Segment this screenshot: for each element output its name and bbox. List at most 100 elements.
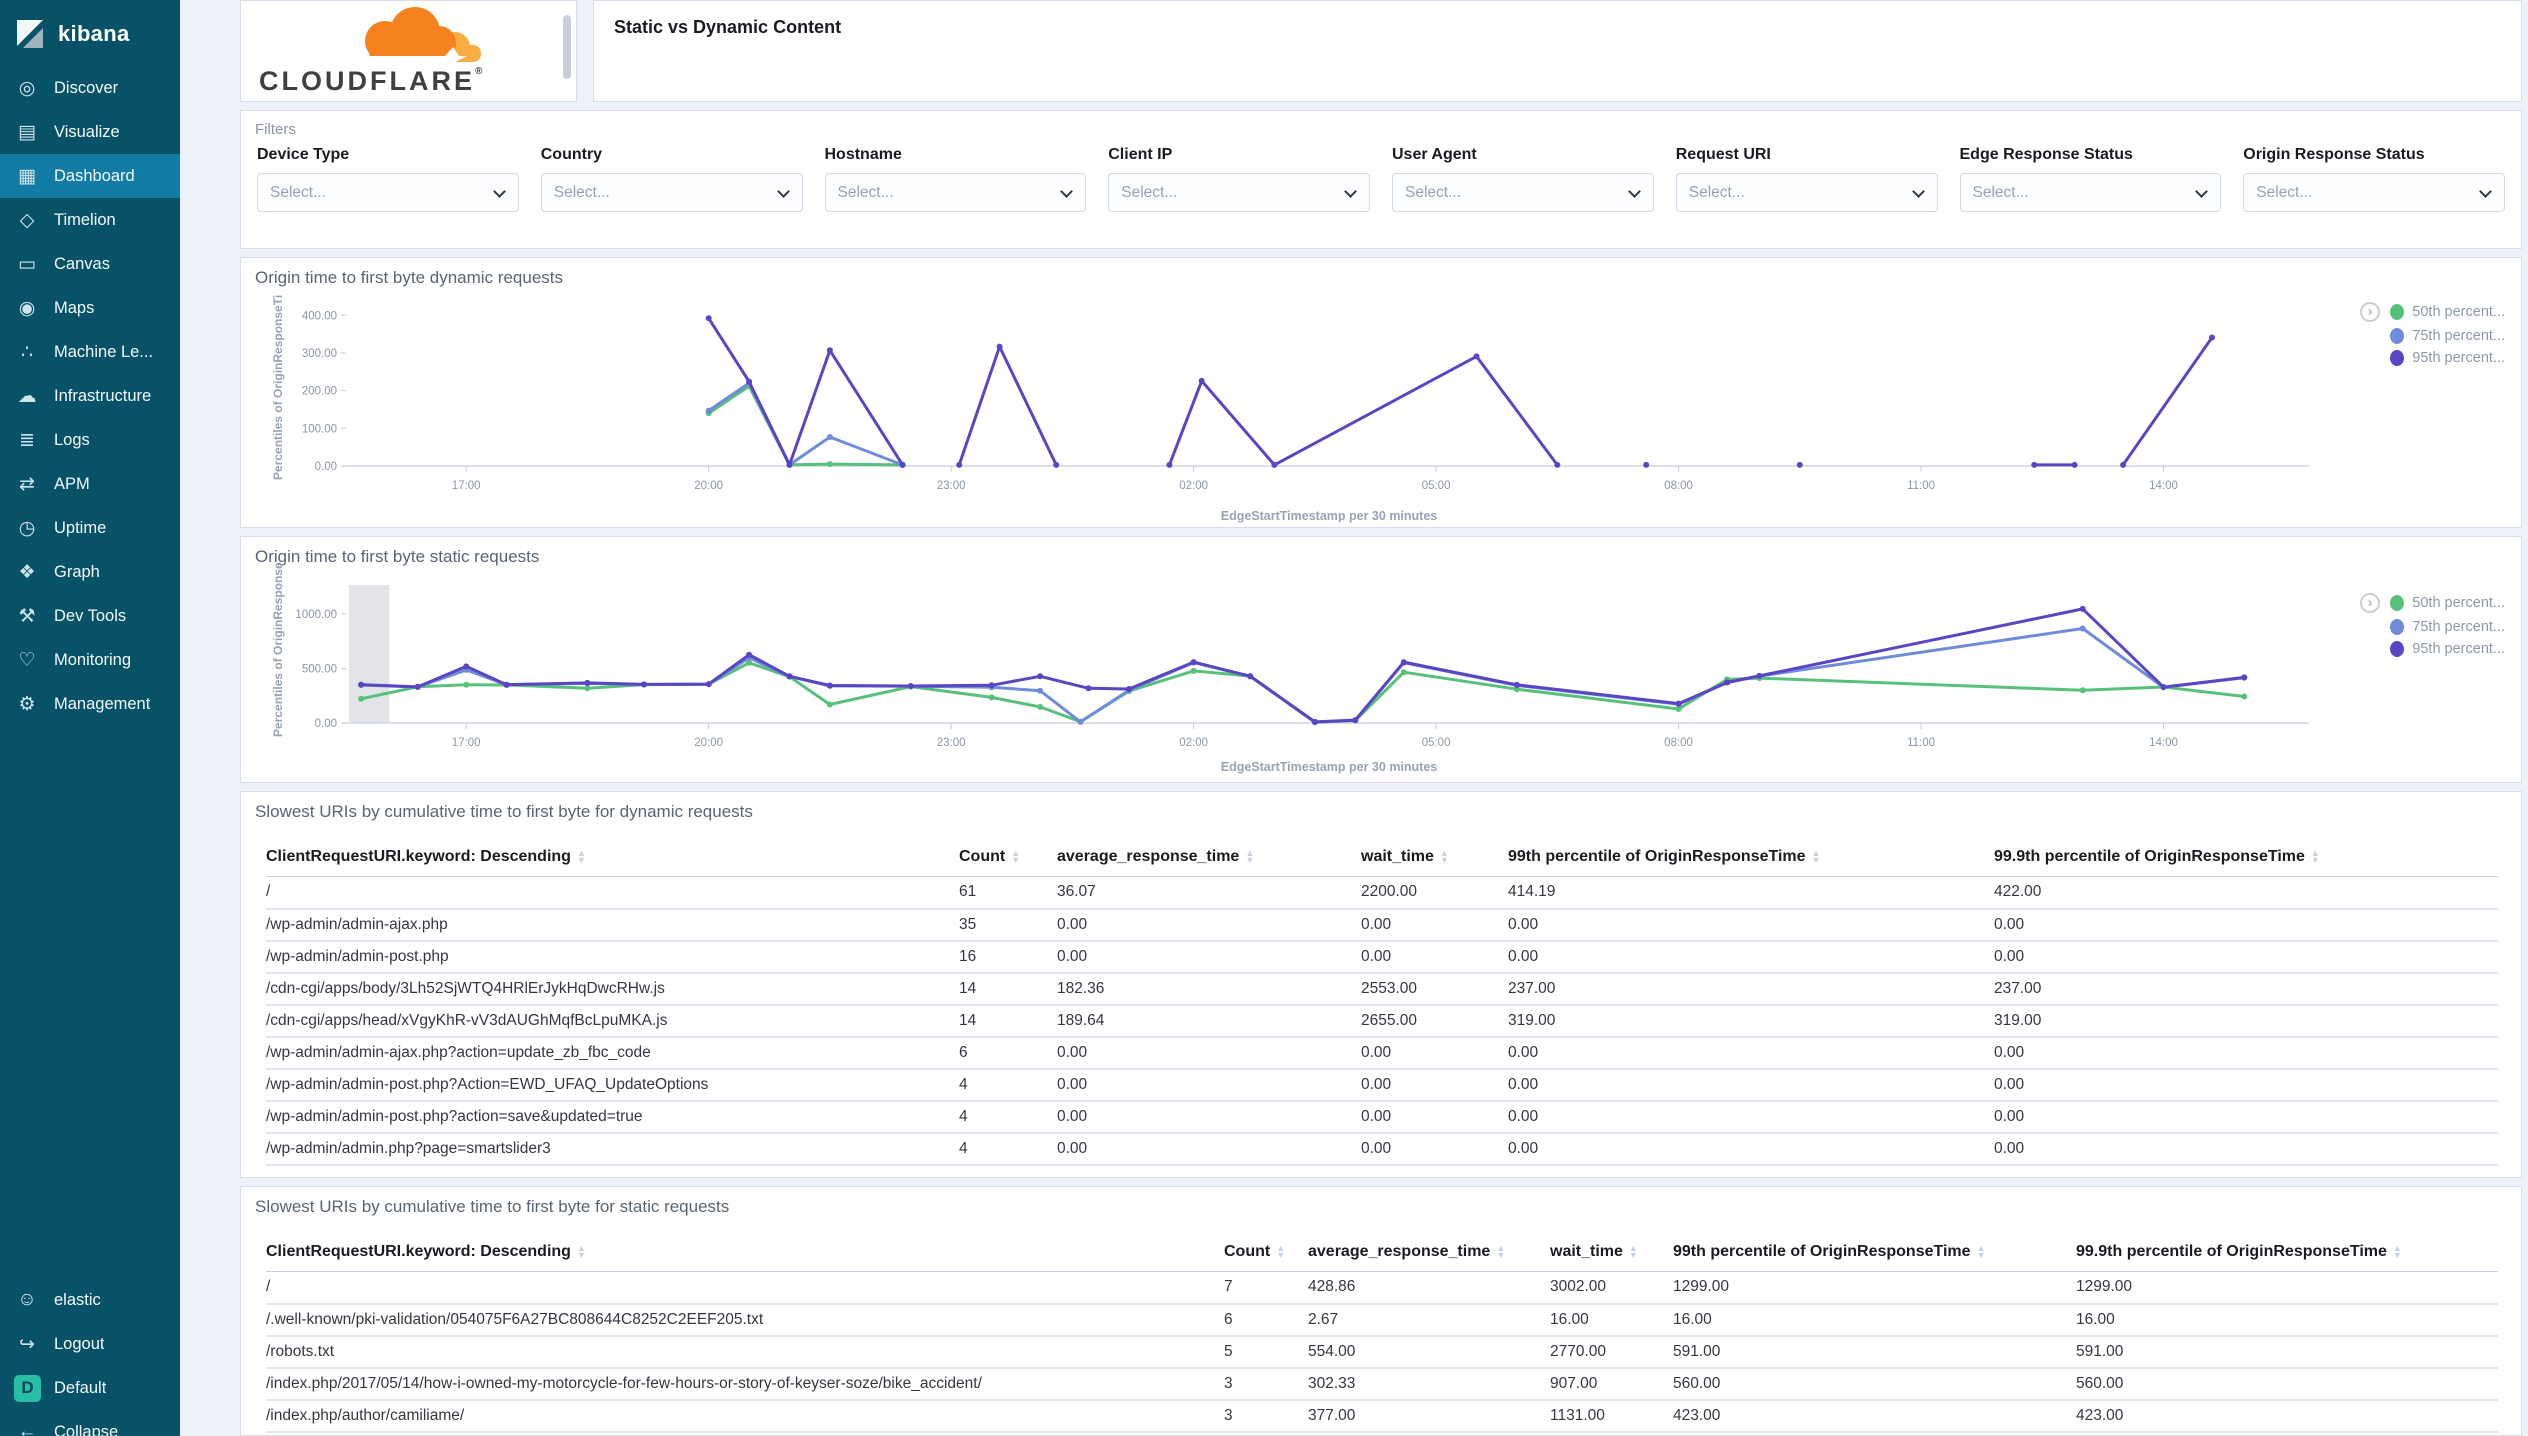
sidebar-item-infrastructure[interactable]: ☁ Infrastructure: [0, 374, 180, 418]
value-cell: 0.00: [1508, 1068, 1994, 1102]
panel-dynamic-slowest-uris-table: Slowest URIs by cumulative time to first…: [240, 791, 2522, 1178]
client-ip-select[interactable]: Select...: [1108, 173, 1370, 212]
filter-hostname: Hostname Select...: [824, 146, 1087, 212]
hostname-select[interactable]: Select...: [824, 173, 1087, 212]
column-header-label: ClientRequestURI.keyword: Descending: [266, 1243, 571, 1260]
value-cell: 2655.00: [1361, 1004, 1508, 1038]
table-row: /cdn-cgi/apps/body/3Lh52SjWTQ4HRlErJykHq…: [266, 972, 2498, 1006]
x-tick-label: 02:00: [1179, 737, 1208, 749]
value-cell: 35: [959, 908, 1057, 942]
legend-color-dot: [2390, 595, 2405, 611]
select-placeholder: Select...: [1972, 183, 2029, 201]
sidebar-footer-item-elastic[interactable]: ☺ elastic: [0, 1278, 180, 1322]
sidebar-item-timelion[interactable]: ◇ Timelion: [0, 198, 180, 242]
partial-bucket-band: [349, 585, 390, 723]
y-tick-label: 0.00: [315, 461, 337, 473]
legend-label[interactable]: 95th percent...: [2412, 350, 2505, 366]
data-point: [705, 315, 712, 322]
sidebar-item-canvas[interactable]: ▭ Canvas: [0, 242, 180, 286]
sidebar-item-management[interactable]: ⚙ Management: [0, 682, 180, 726]
series-line-95th-percentile-of-originresponsetime: [1167, 354, 1559, 467]
sidebar-item-uptime[interactable]: ◷ Uptime: [0, 506, 180, 550]
value-cell: 319.00: [1994, 1004, 2498, 1038]
x-tick-label: 14:00: [2149, 480, 2178, 492]
kibana-logo[interactable]: kibana: [0, 0, 180, 66]
sidebar-item-monitoring[interactable]: ♡ Monitoring: [0, 638, 180, 682]
value-cell: 0.00: [1994, 1036, 2498, 1070]
value-cell: 0.00: [1057, 940, 1361, 974]
sidebar-item-dev-tools[interactable]: ⚒ Dev Tools: [0, 594, 180, 638]
data-point: [746, 378, 753, 385]
sidebar-item-machine-le[interactable]: ∴ Machine Le...: [0, 330, 180, 374]
sidebar-item-apm[interactable]: ⇄ APM: [0, 462, 180, 506]
column-header-clientrequesturi-keyword-descending[interactable]: ClientRequestURI.keyword: Descending: [266, 1235, 1224, 1272]
sort-icon: [1629, 1245, 1638, 1259]
timelion-icon: ◇: [19, 209, 35, 231]
sidebar-item-label: Visualize: [54, 122, 120, 141]
uri-cell: /: [266, 1271, 1224, 1305]
column-header-count[interactable]: Count: [1224, 1235, 1308, 1272]
select-placeholder: Select...: [2256, 183, 2313, 201]
data-point: [705, 407, 712, 414]
value-cell: 0.00: [1057, 1068, 1361, 1102]
machine-learning-icon: ∴: [20, 341, 34, 363]
column-header-label: average_response_time: [1057, 848, 1240, 865]
sidebar-footer-item-default[interactable]: D Default: [0, 1366, 180, 1410]
legend-label[interactable]: 75th percent...: [2412, 328, 2505, 344]
sidebar-item-graph[interactable]: ❖ Graph: [0, 550, 180, 594]
data-point: [826, 682, 833, 689]
sidebar-item-label: Management: [54, 694, 151, 713]
column-header-wait-time[interactable]: wait_time: [1361, 840, 1508, 877]
data-point: [1643, 461, 1650, 468]
column-header-label: Count: [1224, 1243, 1271, 1260]
sidebar-item-label: Uptime: [54, 518, 107, 537]
sidebar-item-label: Collapse: [54, 1422, 119, 1436]
sidebar-footer-item-logout[interactable]: ↪ Logout: [0, 1322, 180, 1366]
column-header-99-9th-percentile-of-originresponsetime[interactable]: 99.9th percentile of OriginResponseTime: [1994, 840, 2498, 877]
origin-response-status-select[interactable]: Select...: [2243, 173, 2505, 212]
edge-response-status-select[interactable]: Select...: [1959, 173, 2222, 212]
column-header-wait-time[interactable]: wait_time: [1550, 1235, 1673, 1272]
column-header-99th-percentile-of-originresponsetime[interactable]: 99th percentile of OriginResponseTime: [1673, 1235, 2076, 1272]
value-cell: 554.00: [1308, 1335, 1550, 1369]
data-point: [786, 673, 793, 680]
sidebar-item-discover[interactable]: ◎ Discover: [0, 66, 180, 110]
filters-panel-label: Filters: [255, 121, 296, 138]
value-cell: 591.00: [2076, 1335, 2498, 1369]
column-header-clientrequesturi-keyword-descending[interactable]: ClientRequestURI.keyword: Descending: [266, 840, 959, 877]
column-header-average-response-time[interactable]: average_response_time: [1057, 840, 1361, 877]
user-agent-select[interactable]: Select...: [1392, 173, 1654, 212]
uri-cell: /wp-admin/admin-ajax.php?action=update_z…: [266, 1036, 959, 1070]
device-type-select[interactable]: Select...: [257, 173, 519, 212]
sidebar-item-visualize[interactable]: ▤ Visualize: [0, 110, 180, 154]
value-cell: 0.00: [1508, 940, 1994, 974]
legend-label[interactable]: 95th percent...: [2412, 641, 2505, 657]
country-select[interactable]: Select...: [540, 173, 803, 212]
uri-cell: /wp-admin/admin-post.php?action=save&upd…: [266, 1100, 959, 1134]
sidebar-footer-item-collapse[interactable]: ← Collapse: [0, 1410, 180, 1436]
column-header-label: average_response_time: [1308, 1243, 1491, 1260]
sidebar-item-logs[interactable]: ≣ Logs: [0, 418, 180, 462]
value-cell: 560.00: [2076, 1367, 2498, 1401]
sidebar-nav: ◎ Discover ▤ Visualize ▦ Dashboard ◇ Timelion ▭ C…: [0, 66, 180, 726]
legend-label[interactable]: 75th percent...: [2412, 619, 2505, 635]
request-uri-select[interactable]: Select...: [1675, 173, 1938, 212]
column-header-99-9th-percentile-of-originresponsetime[interactable]: 99.9th percentile of OriginResponseTime: [2076, 1235, 2498, 1272]
column-header-label: 99th percentile of OriginResponseTime: [1673, 1243, 1971, 1260]
legend-label[interactable]: 50th percent...: [2412, 304, 2505, 320]
value-cell: 414.19: [1508, 876, 1994, 910]
column-header-99th-percentile-of-originresponsetime[interactable]: 99th percentile of OriginResponseTime: [1508, 840, 1994, 877]
filter-label: Origin Response Status: [2243, 146, 2425, 163]
panel-scrollbar[interactable]: [563, 15, 571, 79]
legend-collapse-icon[interactable]: ›: [2360, 302, 2381, 322]
legend-label[interactable]: 50th percent...: [2412, 595, 2505, 611]
logs-icon: ≣: [19, 429, 35, 451]
sidebar-item-maps[interactable]: ◉ Maps: [0, 286, 180, 330]
column-header-count[interactable]: Count: [959, 840, 1057, 877]
x-axis-title: EdgeStartTimestamp per 30 minutes: [1221, 509, 1438, 523]
sidebar-item-dashboard[interactable]: ▦ Dashboard: [0, 154, 180, 198]
data-point: [1400, 669, 1407, 676]
column-header-average-response-time[interactable]: average_response_time: [1308, 1235, 1550, 1272]
legend-collapse-icon[interactable]: ›: [2360, 593, 2381, 613]
sort-icon: [2311, 850, 2320, 864]
